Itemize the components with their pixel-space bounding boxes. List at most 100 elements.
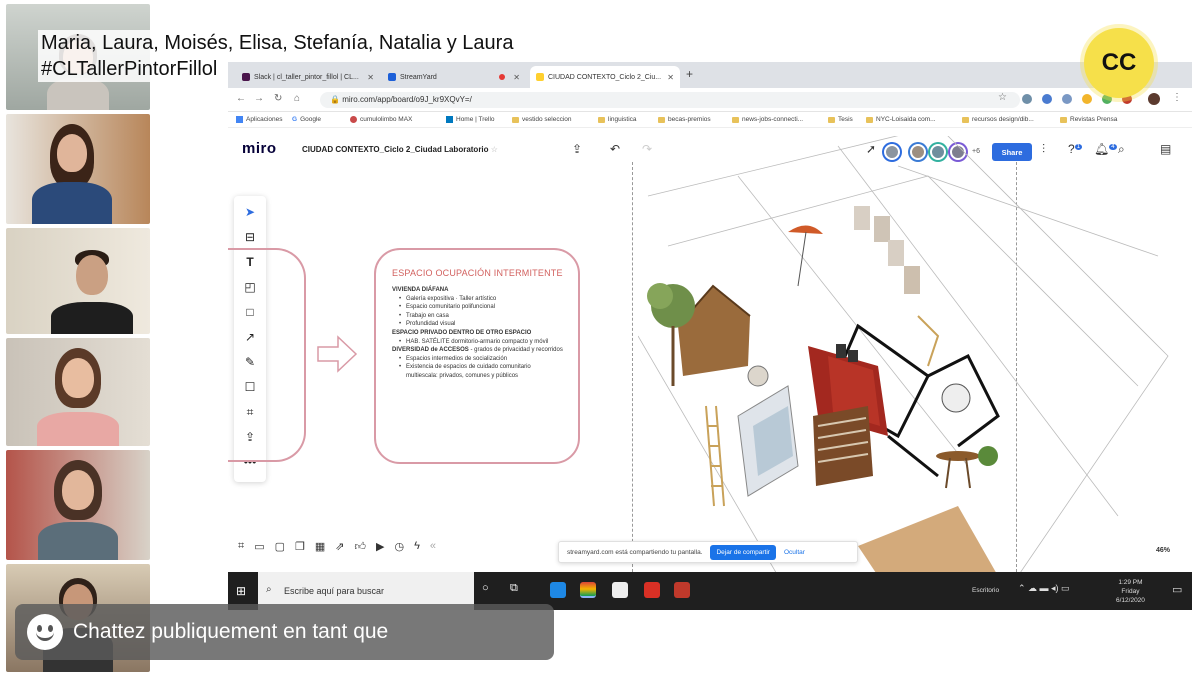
participant-video-4 <box>6 338 150 446</box>
bookmark-item[interactable]: recursos design/dib... <box>962 116 1034 123</box>
bookmark-item[interactable]: Revistas Prensa <box>1060 116 1117 123</box>
store-icon[interactable] <box>612 582 628 598</box>
share-screen-icon[interactable]: ⇗ <box>335 540 344 560</box>
site-icon <box>350 116 357 123</box>
extension-icon[interactable] <box>1082 94 1092 104</box>
task-view-icon[interactable]: ⧉ <box>510 582 518 595</box>
menu-icon[interactable]: ⋮ <box>1172 92 1182 103</box>
star-icon[interactable]: ☆ <box>491 145 498 154</box>
card-section-heading-line: DIVERSIDAD de ACCESOS - grados de privac… <box>392 346 564 355</box>
clock-time: 1:29 PM <box>1118 579 1143 586</box>
search-icon: ⌕ <box>266 584 272 595</box>
hashtag: #CLTallerPintorFillol <box>38 56 221 82</box>
extension-icon[interactable] <box>1042 94 1052 104</box>
share-notice-text: streamyard.com está compartiendo tu pant… <box>567 548 703 556</box>
bottom-toolbar: ⌗ ▭ ▢ ❐ ▦ ⇗ 👍︎ ▶ ◷ ϟ « <box>238 540 436 560</box>
chrome-icon[interactable] <box>580 582 596 598</box>
back-icon[interactable]: ← <box>236 93 246 104</box>
system-tray-icons[interactable]: ⌃ ☁ ▬ ◂) ▭ <box>1018 584 1070 593</box>
bookmark-label: Tesis <box>838 116 853 123</box>
timer-icon[interactable]: ◷ <box>394 540 404 560</box>
canvas-card-partial[interactable] <box>228 248 306 462</box>
tab-label: CIUDAD CONTEXTO_Ciclo 2_Ciu... <box>548 73 662 81</box>
acrobat-icon[interactable] <box>644 582 660 598</box>
board-title[interactable]: CIUDAD CONTEXTO_Ciclo 2_Ciudad Laborator… <box>302 145 498 154</box>
folder-icon <box>866 116 873 123</box>
zoom-level[interactable]: 46% <box>1156 547 1170 554</box>
participant-video-column <box>0 0 152 675</box>
tab-miro[interactable]: CIUDAD CONTEXTO_Ciclo 2_Ciu... ✕ <box>530 66 680 88</box>
undo-icon[interactable]: ↶ <box>610 142 620 156</box>
card-item: HAB. SATÉLITE dormitorio-armario compact… <box>392 338 564 347</box>
select-icon[interactable]: ➤ <box>242 204 258 220</box>
card-item: Trabajo en casa <box>392 312 564 321</box>
bookmark-label: recursos design/dib... <box>972 116 1034 123</box>
address-bar: ← → ↻ ⌂ 🔒 miro.com/app/board/o9J_kr9XQvY… <box>228 88 1192 112</box>
lightning-icon[interactable]: ϟ <box>414 540 420 560</box>
windows-start-icon[interactable]: ⊞ <box>236 584 246 598</box>
url-field[interactable]: 🔒 miro.com/app/board/o9J_kr9XQvY=/ <box>320 92 1020 108</box>
bookmark-label: Aplicaciones <box>246 116 283 123</box>
bookmark-item[interactable]: Aplicaciones <box>236 116 283 123</box>
emoji-icon[interactable] <box>27 614 63 650</box>
architecture-collage-image[interactable] <box>638 136 1178 576</box>
card-title: ESPACIO OCUPACIÓN INTERMITENTE <box>392 268 563 278</box>
extension-icon[interactable] <box>1022 94 1032 104</box>
bookmark-item[interactable]: becas-premios <box>658 116 711 123</box>
participant-video-5 <box>6 450 150 560</box>
participant-video-3 <box>6 228 150 334</box>
vote-icon[interactable]: 👍︎ <box>355 540 367 560</box>
chat-placeholder: Chattez publiquement en tant que <box>73 620 389 643</box>
screen-share-notice: streamyard.com está compartiendo tu pant… <box>558 541 858 563</box>
miro-logo: miro <box>242 140 277 157</box>
chat-input-bar[interactable]: Chattez publiquement en tant que <box>15 604 554 660</box>
arrow-shape[interactable] <box>316 334 358 374</box>
url-text: miro.com/app/board/o9J_kr9XQvY=/ <box>342 95 472 104</box>
channel-badge: CC <box>1084 28 1154 98</box>
new-tab-icon[interactable]: + <box>686 67 693 81</box>
board-title-text: CIUDAD CONTEXTO_Ciclo 2_Ciudad Laborator… <box>302 145 489 154</box>
video-icon[interactable]: ▶ <box>376 540 384 560</box>
comments-icon[interactable]: ▭ <box>254 540 264 560</box>
profile-avatar[interactable] <box>1148 93 1160 105</box>
bookmark-item[interactable]: NYC-Loisaida com... <box>866 116 936 123</box>
folder-icon <box>828 116 835 123</box>
folder-icon <box>1060 116 1067 123</box>
bookmark-item[interactable]: Home | Trello <box>446 116 495 123</box>
bookmark-item[interactable]: vestido seleccion <box>512 116 572 123</box>
hide-button[interactable]: Ocultar <box>784 549 805 556</box>
bookmark-item[interactable]: Tesis <box>828 116 853 123</box>
export-icon[interactable]: ⇪ <box>572 142 582 156</box>
extension-icon[interactable] <box>1062 94 1072 104</box>
app-icon[interactable] <box>674 582 690 598</box>
home-icon[interactable]: ⌂ <box>294 93 300 104</box>
concept-card[interactable]: ESPACIO OCUPACIÓN INTERMITENTE VIVIENDA … <box>374 248 580 464</box>
frames-icon[interactable]: ⌗ <box>238 540 244 560</box>
participant-video-2 <box>6 114 150 224</box>
clock[interactable]: 1:29 PM Friday 6/12/2020 <box>1116 578 1145 605</box>
reload-icon[interactable]: ↻ <box>274 93 282 104</box>
cortana-icon[interactable]: ○ <box>482 582 489 594</box>
cards-icon[interactable]: ❐ <box>295 540 305 560</box>
chat-icon[interactable]: ▢ <box>275 540 285 560</box>
card-item: Espacio comunitario polifuncional <box>392 303 564 312</box>
forward-icon[interactable]: → <box>254 93 264 104</box>
desktop-label[interactable]: Escritorio <box>972 586 999 595</box>
notifications-icon[interactable]: ▭ <box>1172 583 1182 596</box>
bookmark-label: Revistas Prensa <box>1070 116 1118 123</box>
close-icon[interactable]: ✕ <box>667 73 674 82</box>
card-item: Espacios intermedios de socialización <box>392 355 564 364</box>
collapse-icon[interactable]: « <box>430 540 436 560</box>
bookmark-item[interactable]: news-jobs-connecti... <box>732 116 803 123</box>
clock-date: 6/12/2020 <box>1116 597 1145 604</box>
stop-sharing-button[interactable]: Dejar de compartir <box>710 544 776 560</box>
bookmark-item[interactable]: G Google <box>292 116 321 123</box>
template-icon[interactable]: ⊟ <box>242 229 258 245</box>
edge-icon[interactable] <box>550 582 566 598</box>
bookmark-label: vestido seleccion <box>522 116 572 123</box>
qr-icon[interactable]: ▦ <box>315 540 325 560</box>
star-icon[interactable]: ☆ <box>998 92 1007 103</box>
bookmark-label: NYC-Loisaida com... <box>876 116 936 123</box>
bookmark-item[interactable]: cumulolimbo MAX <box>350 116 412 123</box>
bookmark-item[interactable]: linguistica <box>598 116 637 123</box>
